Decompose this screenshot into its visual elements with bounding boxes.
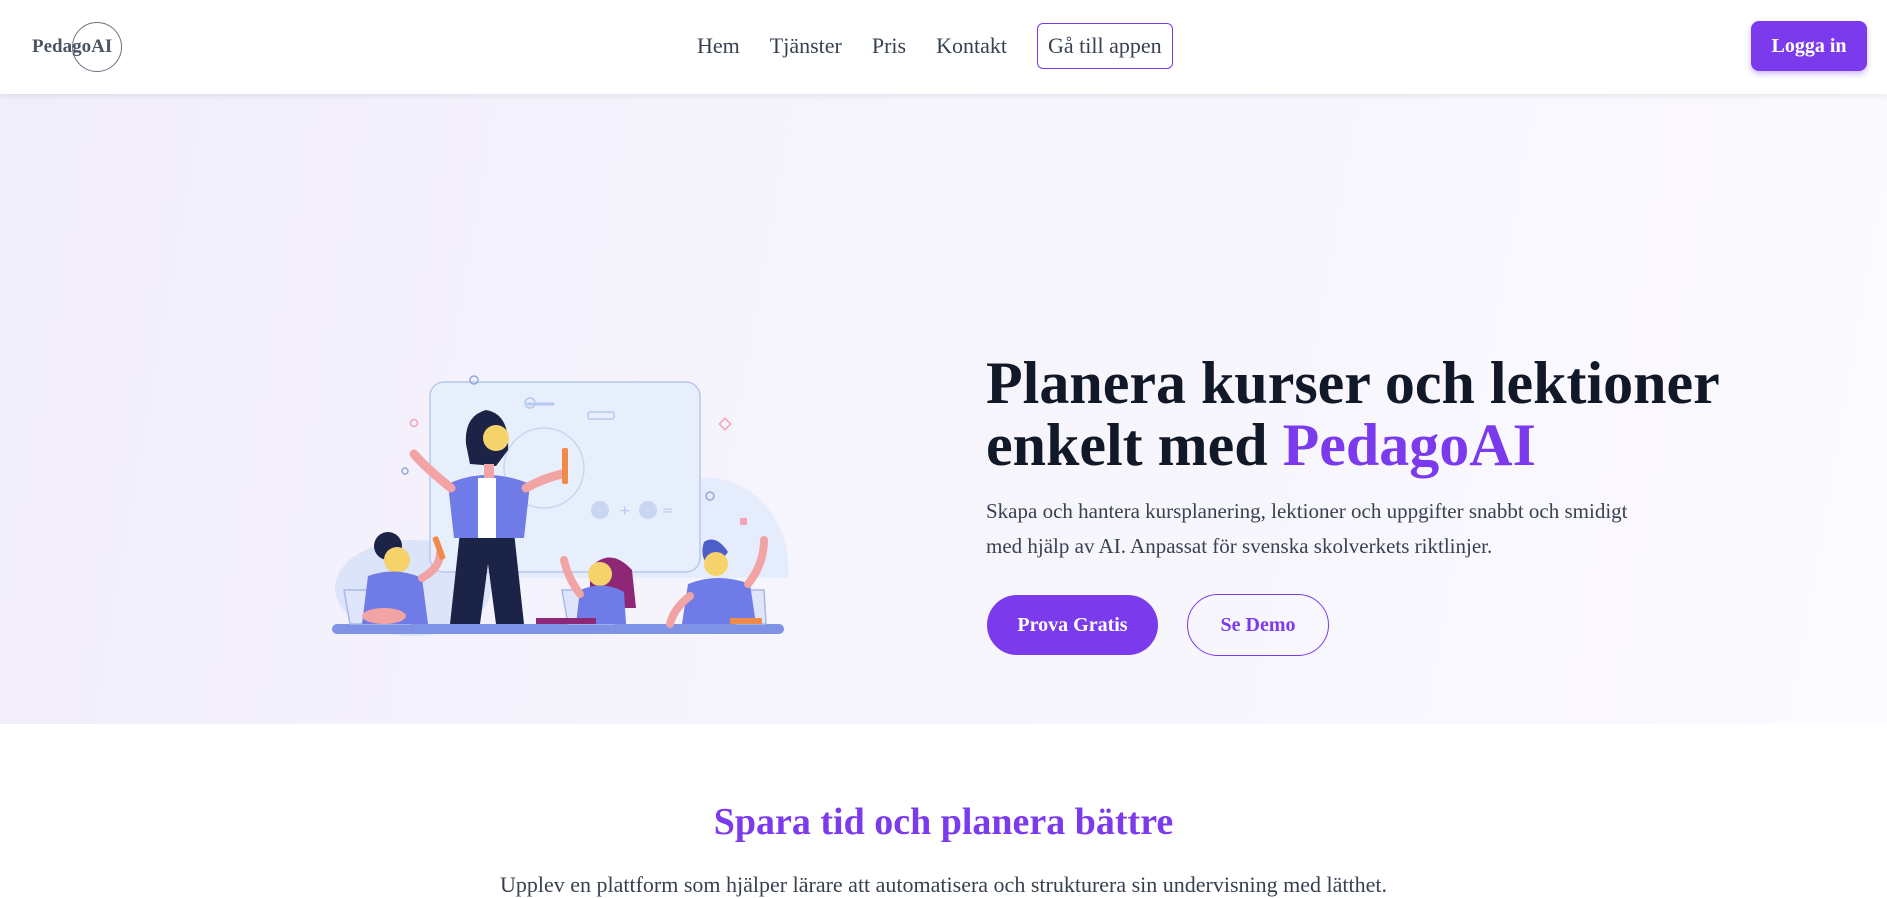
nav-link-kontakt[interactable]: Kontakt [936, 33, 1007, 59]
hero-subtitle: Skapa och hantera kursplanering, lektion… [986, 499, 1628, 558]
svg-text:=: = [662, 503, 674, 519]
features-title: Spara tid och planera bättre [713, 801, 1174, 843]
main-nav: Hem Tjänster Pris Kontakt Gå till appen [697, 22, 1173, 70]
login-button[interactable]: Logga in [1751, 21, 1867, 71]
teacher-classroom-illustration: + = [332, 375, 789, 636]
nav-link-tjanster[interactable]: Tjänster [770, 33, 842, 59]
try-free-button[interactable]: Prova Gratis [987, 595, 1158, 655]
nav-link-hem[interactable]: Hem [697, 33, 740, 59]
hero-title-accent: PedagoAI [1282, 412, 1536, 478]
hero-title-line1: Planera kurser och lektioner [986, 350, 1720, 416]
svg-text:+: + [619, 503, 631, 519]
go-to-app-button[interactable]: Gå till appen [1037, 23, 1173, 69]
top-navbar: PedagoAI Hem Tjänster Pris Kontakt Gå ti… [0, 0, 1887, 94]
hero-section: + = Planera kurser och lektioner enkelt … [0, 94, 1887, 724]
nav-link-pris[interactable]: Pris [872, 33, 906, 59]
hero-title: Planera kurser och lektioner enkelt med … [986, 352, 1746, 476]
see-demo-button[interactable]: Se Demo [1187, 594, 1329, 656]
hero-title-line2-prefix: enkelt med [986, 412, 1283, 478]
logo[interactable]: PedagoAI [32, 22, 122, 72]
features-subtitle: Upplev en plattform som hjälper lärare a… [499, 872, 1388, 897]
logo-text: PedagoAI [32, 36, 113, 57]
